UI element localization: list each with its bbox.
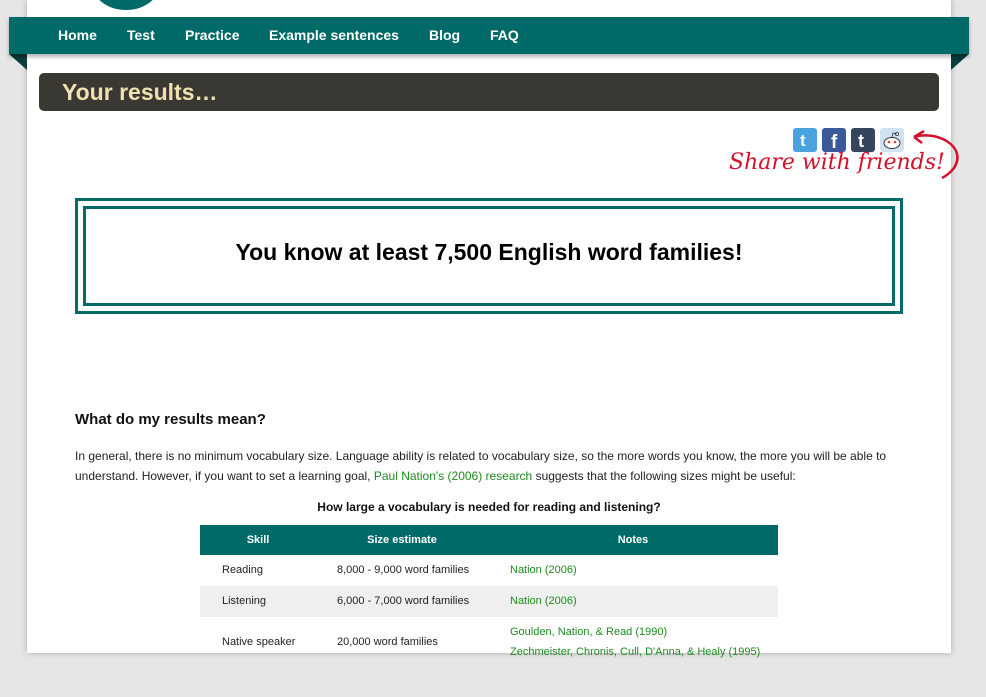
share-label: Share with friends! <box>729 150 945 175</box>
table-row: Native speaker 20,000 word families Goul… <box>200 617 778 697</box>
cell-note-link[interactable]: Nation (2006) <box>510 555 577 586</box>
nav-faq[interactable]: FAQ <box>490 17 519 54</box>
result-box-inner: You know at least 7,500 English word fam… <box>83 206 895 306</box>
meaning-heading: What do my results mean? <box>75 411 266 428</box>
vocabulary-table: Skill Size estimate Notes Reading 8,000 … <box>200 525 778 697</box>
results-title-bar: Your results… <box>39 73 939 111</box>
cell-skill: Native speaker <box>222 636 296 648</box>
twitter-icon[interactable]: t <box>793 128 817 152</box>
header-size-estimate: Size estimate <box>367 534 437 546</box>
cell-skill: Reading <box>222 564 263 576</box>
page-title: Your results… <box>62 79 218 105</box>
tumblr-icon[interactable]: t <box>851 128 875 152</box>
nation-research-link[interactable]: Paul Nation's (2006) research <box>374 469 532 483</box>
result-box: You know at least 7,500 English word fam… <box>75 198 903 314</box>
cell-size: 8,000 - 9,000 word families <box>337 564 470 576</box>
header-notes: Notes <box>617 534 649 546</box>
svg-text:t: t <box>858 131 864 151</box>
cell-size: 20,000 word families <box>337 636 438 648</box>
nav-test[interactable]: Test <box>127 17 155 54</box>
site-logo[interactable] <box>87 0 165 10</box>
header-skill: Skill <box>246 534 270 546</box>
nav-home[interactable]: Home <box>58 17 97 54</box>
cell-skill: Listening <box>222 595 267 607</box>
result-headline: You know at least 7,500 English word fam… <box>235 239 743 265</box>
cell-note-link[interactable]: Nation (2006) <box>510 586 577 617</box>
nav-ribbon-fold-left <box>9 54 27 70</box>
table-row: Listening 6,000 - 7,000 word families Na… <box>200 586 778 617</box>
nav-blog[interactable]: Blog <box>429 17 460 54</box>
table-caption: How large a vocabulary is needed for rea… <box>317 500 661 514</box>
main-nav: Home Test Practice Example sentences Blo… <box>9 17 969 54</box>
reddit-icon[interactable] <box>880 128 904 152</box>
table-row: Reading 8,000 - 9,000 word families Nati… <box>200 555 778 586</box>
svg-text:f: f <box>831 132 838 152</box>
svg-text:t: t <box>800 131 806 150</box>
meaning-text-after: suggests that the following sizes might … <box>532 469 796 483</box>
facebook-icon[interactable]: f <box>822 128 846 153</box>
nav-ribbon-fold-right <box>951 54 969 70</box>
nav-practice[interactable]: Practice <box>185 17 239 54</box>
meaning-paragraph: In general, there is no minimum vocabula… <box>75 446 905 486</box>
table-header: Skill Size estimate Notes <box>200 525 778 555</box>
nav-example-sentences[interactable]: Example sentences <box>269 17 399 54</box>
cell-size: 6,000 - 7,000 word families <box>337 595 470 607</box>
